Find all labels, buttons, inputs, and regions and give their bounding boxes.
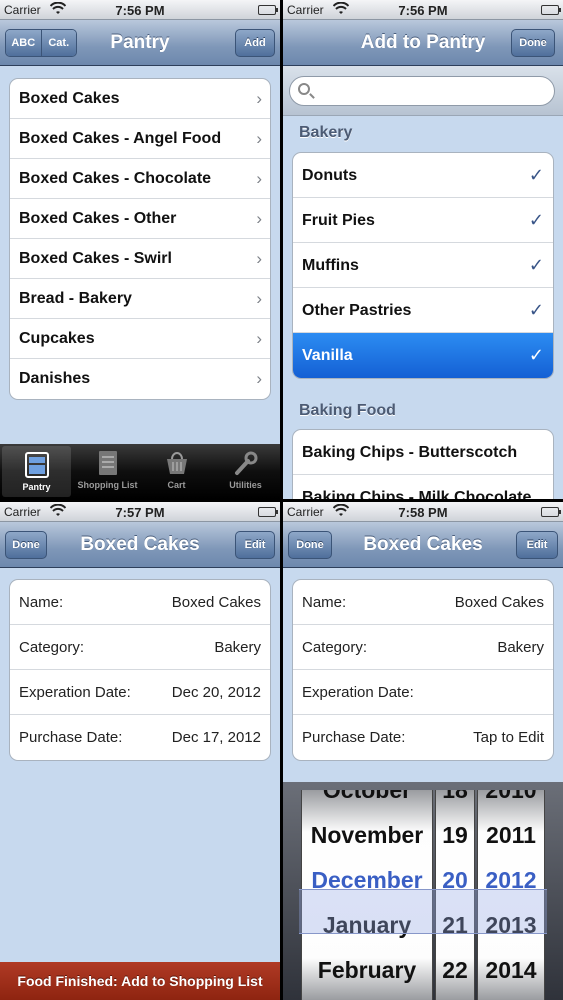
list-item[interactable]: Fruit Pies ✓ xyxy=(293,198,553,243)
chevron-right-icon: › xyxy=(256,89,262,108)
pantry-screen: Carrier 7:56 PM ABC Cat. Pantry Add Boxe… xyxy=(0,0,280,499)
list-item[interactable]: Boxed Cakes - Other › xyxy=(10,199,270,239)
add-button[interactable]: Add xyxy=(235,29,275,57)
list-item[interactable]: Boxed Cakes › xyxy=(10,79,270,119)
picker-option[interactable]: 19 xyxy=(436,813,474,858)
chevron-right-icon: › xyxy=(256,249,262,268)
checkmark-icon: ✓ xyxy=(528,300,544,320)
chevron-right-icon: › xyxy=(256,209,262,228)
wrench-icon xyxy=(234,451,257,475)
nav-bar: Add to Pantry Done xyxy=(283,20,563,66)
category-field[interactable]: Category: Bakery xyxy=(10,625,270,670)
list-item[interactable]: Boxed Cakes - Swirl › xyxy=(10,239,270,279)
chevron-right-icon: › xyxy=(256,329,262,348)
picker-option[interactable]: 18 xyxy=(436,790,474,813)
status-time: 7:57 PM xyxy=(115,505,165,520)
status-bar: Carrier 7:57 PM xyxy=(0,502,280,522)
item-detail-fields: Name: Boxed Cakes Category: Bakery Experat… xyxy=(9,579,271,761)
baking-food-list: Baking Chips - Butterscotch Baking Chips… xyxy=(292,429,554,499)
item-detail-screen: Carrier 7:57 PM Done Boxed Cakes Edit Na… xyxy=(0,502,280,1000)
search-input[interactable] xyxy=(289,76,555,106)
chevron-right-icon: › xyxy=(256,369,262,388)
picker-option[interactable]: October xyxy=(302,790,432,813)
purchase-date-field[interactable]: Purchase Date: Tap to Edit xyxy=(293,715,553,760)
date-picker[interactable]: October November December January Februa… xyxy=(283,782,563,1000)
nav-bar: Done Boxed Cakes Edit xyxy=(0,522,280,568)
list-item[interactable]: Muffins ✓ xyxy=(293,243,553,288)
section-header-bakery: Bakery xyxy=(299,124,353,141)
chevron-right-icon: › xyxy=(256,169,262,188)
battery-icon xyxy=(541,5,561,15)
battery-icon xyxy=(258,507,278,517)
nav-bar: ABC Cat. Pantry Add xyxy=(0,20,280,66)
checkmark-icon: ✓ xyxy=(528,345,544,365)
list-item[interactable]: Boxed Cakes - Angel Food › xyxy=(10,119,270,159)
search-bar xyxy=(283,66,563,116)
bakery-list: Donuts ✓ Fruit Pies ✓ Muffins ✓ Other Pastr… xyxy=(292,152,554,379)
status-bar: Carrier 7:58 PM xyxy=(283,502,563,522)
status-time: 7:58 PM xyxy=(398,505,448,520)
picker-selection-band xyxy=(299,889,547,934)
list-item[interactable]: Boxed Cakes - Chocolate › xyxy=(10,159,270,199)
status-time: 7:56 PM xyxy=(115,3,165,18)
done-button[interactable]: Done xyxy=(511,29,555,57)
tab-shopping-list[interactable]: Shopping List xyxy=(73,444,142,499)
expiration-date-field[interactable]: Experation Date: xyxy=(293,670,553,715)
expiration-date-field[interactable]: Experation Date: Dec 20, 2012 xyxy=(10,670,270,715)
item-edit-fields: Name: Boxed Cakes Category: Bakery Experat… xyxy=(292,579,554,761)
edit-button[interactable]: Edit xyxy=(516,531,558,559)
list-item[interactable]: Baking Chips - Butterscotch xyxy=(293,430,553,475)
pantry-icon xyxy=(24,452,49,478)
food-finished-button[interactable]: Food Finished: Add to Shopping List xyxy=(0,962,280,1000)
add-to-pantry-screen: Carrier 7:56 PM Add to Pantry Done Baker… xyxy=(283,0,563,499)
list-item-selected[interactable]: Vanilla ✓ xyxy=(293,333,553,378)
battery-icon xyxy=(258,5,278,15)
cart-icon xyxy=(166,452,187,474)
list-item[interactable]: Danishes › xyxy=(10,359,270,399)
purchase-date-field[interactable]: Purchase Date: Dec 17, 2012 xyxy=(10,715,270,760)
name-field[interactable]: Name: Boxed Cakes xyxy=(10,580,270,625)
tab-utilities[interactable]: Utilities xyxy=(211,444,280,499)
battery-icon xyxy=(541,507,561,517)
category-field[interactable]: Category: Bakery xyxy=(293,625,553,670)
picker-option[interactable]: November xyxy=(302,813,432,858)
tab-pantry[interactable]: Pantry xyxy=(2,446,71,497)
checkmark-icon: ✓ xyxy=(528,210,544,230)
chevron-right-icon: › xyxy=(256,129,262,148)
tab-bar: Pantry Shopping List Cart Utilities xyxy=(0,444,280,499)
tab-cart[interactable]: Cart xyxy=(142,444,211,499)
pantry-list: Boxed Cakes › Boxed Cakes - Angel Food › B… xyxy=(9,78,271,400)
picker-option[interactable]: 2011 xyxy=(478,813,544,858)
chevron-right-icon: › xyxy=(256,289,262,308)
picker-option[interactable]: 22 xyxy=(436,948,474,993)
nav-bar: Done Boxed Cakes Edit xyxy=(283,522,563,568)
list-item[interactable]: Bread - Bakery › xyxy=(10,279,270,319)
edit-button[interactable]: Edit xyxy=(235,531,275,559)
shopping-list-icon xyxy=(98,451,117,475)
picker-option[interactable]: 2010 xyxy=(478,790,544,813)
picker-option[interactable]: February xyxy=(302,948,432,993)
status-bar: Carrier 7:56 PM xyxy=(0,0,280,20)
checkmark-icon: ✓ xyxy=(528,255,544,275)
item-edit-screen: Carrier 7:58 PM Done Boxed Cakes Edit Na… xyxy=(283,502,563,1000)
checkmark-icon: ✓ xyxy=(528,165,544,185)
status-time: 7:56 PM xyxy=(398,3,448,18)
status-bar: Carrier 7:56 PM xyxy=(283,0,563,20)
list-item[interactable]: Other Pastries ✓ xyxy=(293,288,553,333)
list-item[interactable]: Baking Chips - Milk Chocolate xyxy=(293,475,553,499)
name-field[interactable]: Name: Boxed Cakes xyxy=(293,580,553,625)
search-icon xyxy=(298,83,310,95)
section-header-baking-food: Baking Food xyxy=(299,402,396,419)
list-item[interactable]: Donuts ✓ xyxy=(293,153,553,198)
picker-option[interactable]: 2014 xyxy=(478,948,544,993)
list-item[interactable]: Cupcakes › xyxy=(10,319,270,359)
